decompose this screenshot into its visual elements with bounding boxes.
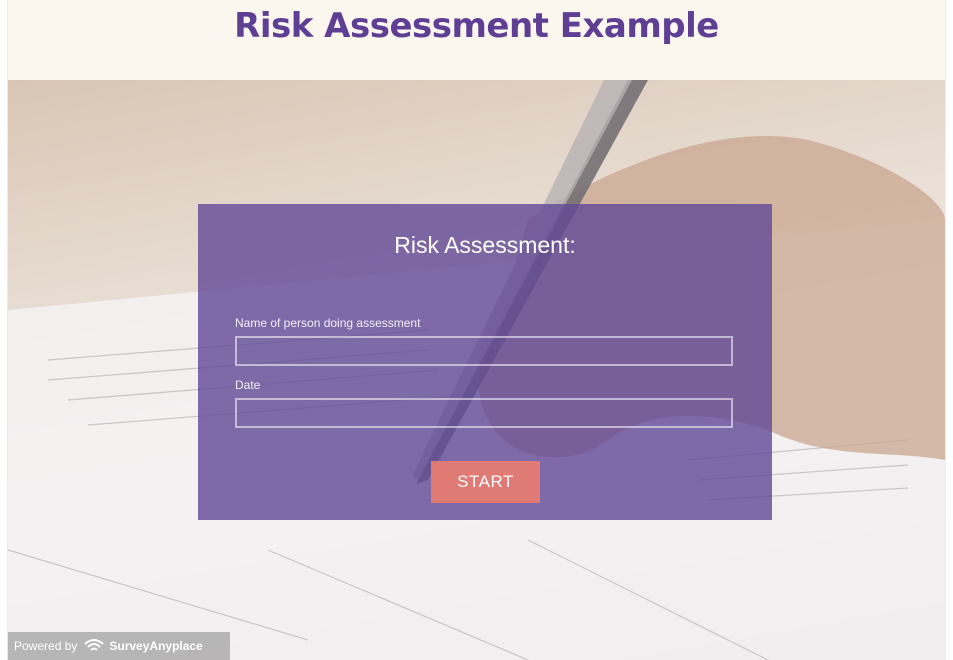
name-input[interactable] xyxy=(235,336,733,366)
name-field-label: Name of person doing assessment xyxy=(235,316,421,330)
powered-by-text: Powered by xyxy=(14,639,78,653)
survey-frame: Risk Assessment Example Risk Assessment:… xyxy=(8,0,945,660)
powered-by-badge[interactable]: Powered by SurveyAnyplace xyxy=(8,632,230,660)
form-panel: Risk Assessment: Name of person doing as… xyxy=(198,204,772,520)
brand-name: SurveyAnyplace xyxy=(109,639,203,653)
start-button[interactable]: START xyxy=(431,461,540,503)
page-title: Risk Assessment Example xyxy=(234,6,719,46)
wifi-logo-icon xyxy=(83,638,105,655)
date-field-label: Date xyxy=(235,378,261,392)
header: Risk Assessment Example xyxy=(8,0,945,80)
date-input[interactable] xyxy=(235,398,733,428)
form-title: Risk Assessment: xyxy=(394,232,576,258)
